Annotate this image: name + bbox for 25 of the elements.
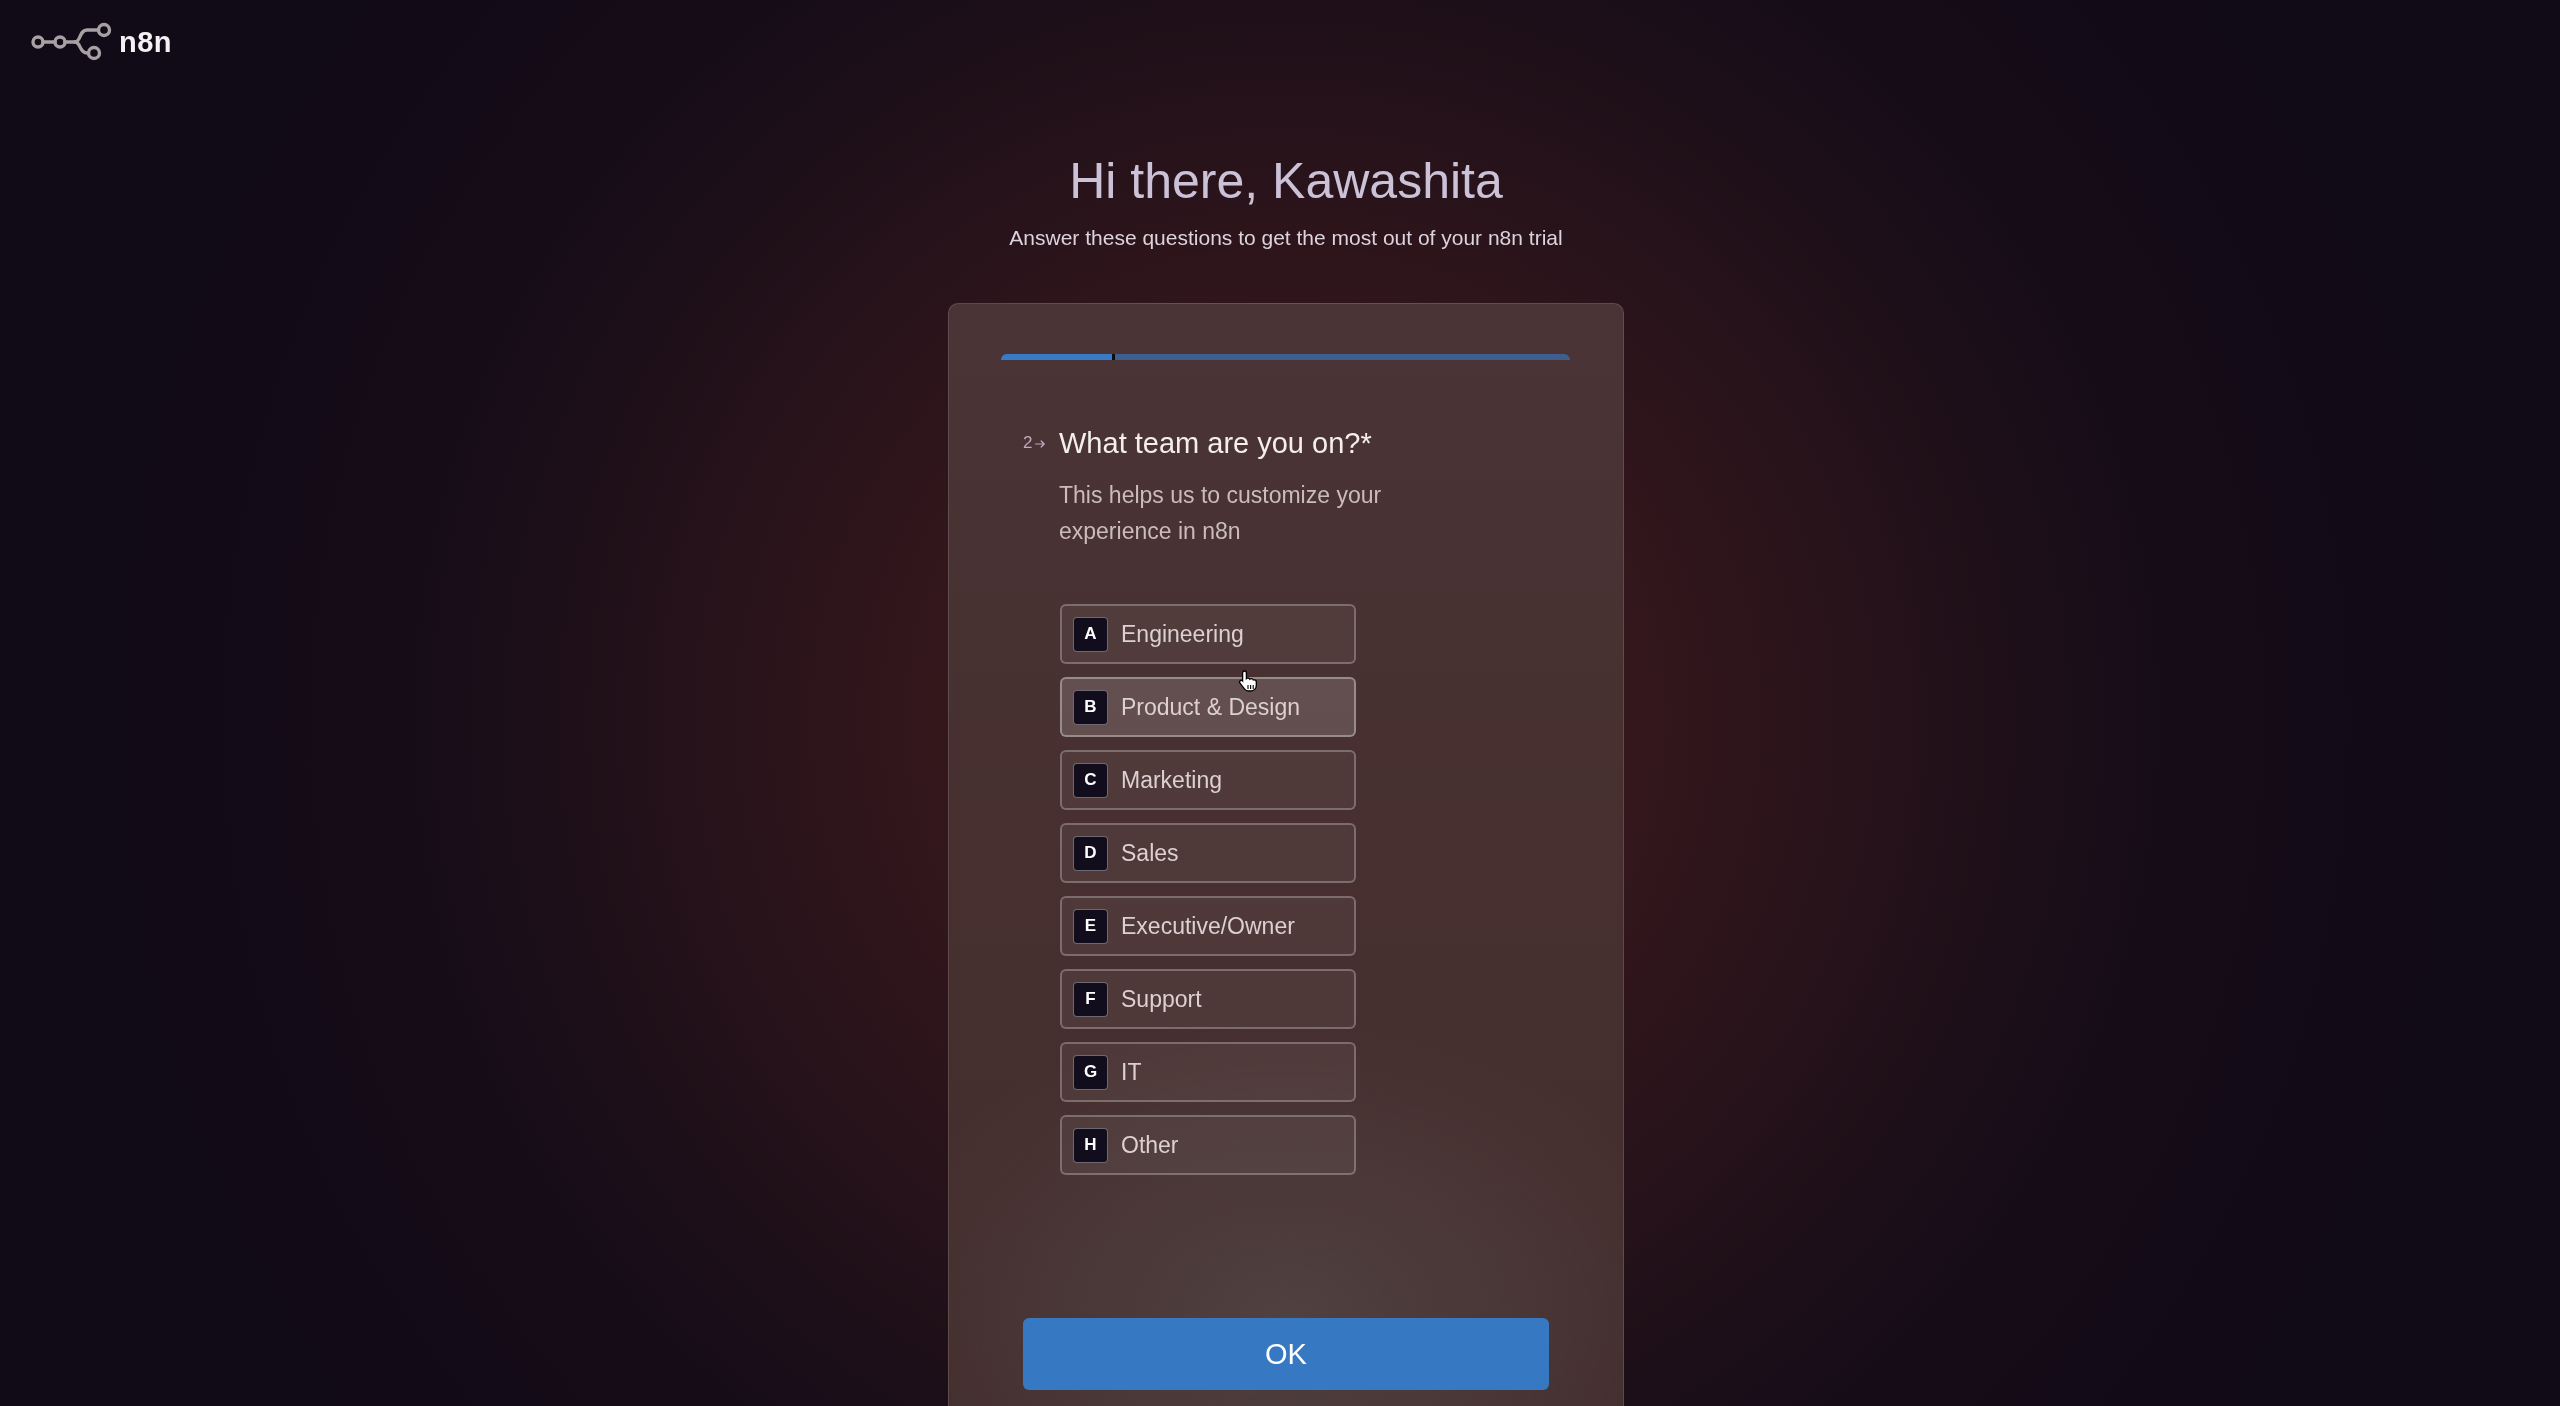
choice-option[interactable]: A Engineering — [1060, 604, 1356, 664]
question-description: This helps us to customize your experience in n8n — [1059, 481, 1383, 546]
ok-button[interactable]: OK — [1023, 1318, 1549, 1390]
shortcut-key: H — [1073, 1127, 1108, 1163]
arrow-right-icon — [1035, 440, 1046, 448]
shortcut-key: E — [1073, 908, 1108, 944]
question-number: 2 — [1023, 433, 1033, 453]
shortcut-key: A — [1073, 616, 1108, 652]
choice-option[interactable]: D Sales — [1060, 823, 1356, 883]
shortcut-key: B — [1073, 689, 1108, 725]
hand-cursor-icon — [1238, 670, 1258, 692]
shortcut-key: G — [1073, 1054, 1108, 1090]
shortcut-key: F — [1073, 981, 1108, 1017]
greeting-subtitle: Answer these questions to get the most out of your n8n trial — [1009, 225, 1563, 251]
choice-option[interactable]: F Support — [1060, 969, 1356, 1029]
question-title: What team are you on?* — [1059, 426, 1372, 461]
shortcut-key: C — [1073, 762, 1108, 798]
choice-option[interactable]: E Executive/Owner — [1060, 896, 1356, 956]
logo-icon — [31, 21, 113, 63]
greeting-title: Hi there, Kawashita — [1069, 152, 1503, 211]
choice-option[interactable]: C Marketing — [1060, 750, 1356, 810]
choice-option[interactable]: G IT — [1060, 1042, 1356, 1102]
choice-option[interactable]: H Other — [1060, 1115, 1356, 1175]
logo-text: n8n — [119, 25, 173, 59]
shortcut-key: D — [1073, 835, 1108, 871]
